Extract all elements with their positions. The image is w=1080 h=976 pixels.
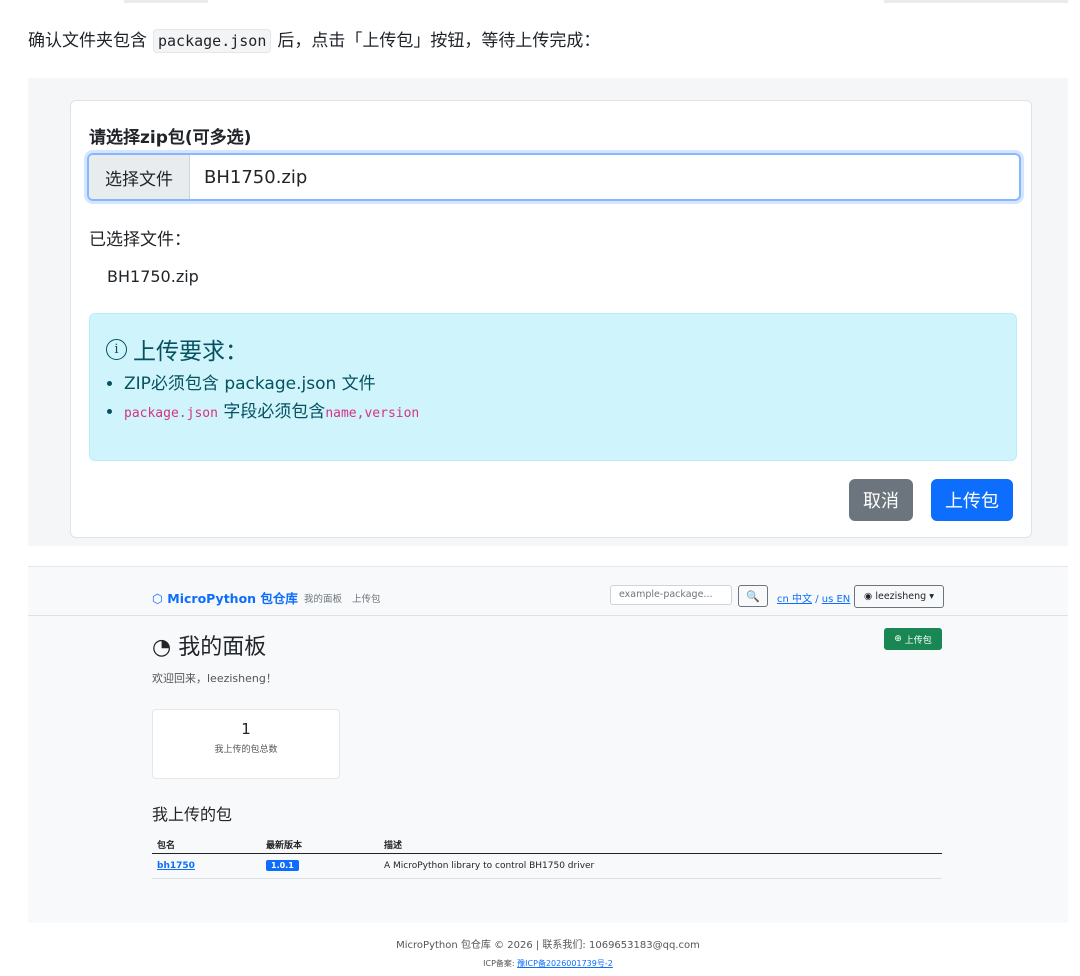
search-input[interactable]: example-package...	[610, 585, 732, 605]
user-icon: ◉	[864, 591, 873, 602]
top-edge-fragment	[884, 0, 1068, 3]
requirement-item: package.json 字段必须包含name,version	[124, 398, 419, 428]
user-name: leezisheng	[875, 591, 927, 602]
requirement-code: package.json	[124, 406, 218, 421]
section-title: 我上传的包	[152, 805, 233, 824]
stat-card: 1 我上传的包总数	[152, 709, 340, 779]
file-input-value: BH1750.zip	[204, 166, 308, 188]
selected-file-item: BH1750.zip	[107, 267, 199, 286]
zip-field-label: 请选择zip包(可多选)	[89, 128, 252, 148]
top-edge	[0, 0, 1080, 4]
page-title: ◔ 我的面板	[152, 629, 266, 661]
top-edge-fragment	[124, 0, 208, 3]
table-row: bh1750 1.0.1 A MicroPython library to co…	[152, 854, 942, 879]
lang-cn-link[interactable]: cn 中文	[777, 594, 812, 605]
col-header-name: 包名	[157, 840, 176, 851]
col-header-version: 最新版本	[266, 840, 303, 851]
footer-text: MicroPython 包仓库 © 2026 | 联系我们: 106965318…	[396, 940, 700, 951]
requirement-fields: name,version	[325, 406, 420, 421]
navbar: ⬡ MicroPython 包仓库 我的面板 上传包 example-packa…	[28, 567, 1068, 616]
requirement-text: ZIP必须包含 package.json 文件	[124, 374, 376, 394]
file-input[interactable]: 选择文件 BH1750.zip	[87, 153, 1021, 201]
language-switch: cn 中文 / us EN	[777, 590, 850, 605]
user-dropdown[interactable]: ◉ leezisheng ▾	[854, 585, 944, 608]
cancel-button[interactable]: 取消	[849, 479, 913, 521]
instruction-code: package.json	[153, 29, 272, 53]
cube-icon: ⬡	[152, 591, 163, 606]
lang-en-link[interactable]: us EN	[822, 594, 851, 605]
icp-label: ICP备案:	[483, 959, 515, 968]
packages-table: 包名 最新版本 描述 bh1750 1.0.1 A MicroPython li…	[152, 835, 942, 879]
upload-button[interactable]: 上传包	[931, 479, 1013, 521]
footer-icp: ICP备案: 豫ICP备2026001739号-2	[0, 958, 1080, 969]
nav-upload[interactable]: 上传包	[352, 591, 381, 605]
page-title-text: 我的面板	[178, 635, 267, 660]
instruction-before: 确认文件夹包含	[28, 31, 147, 51]
selected-files-label: 已选择文件：	[89, 230, 191, 250]
col-header-description: 描述	[384, 840, 403, 851]
choose-file-button[interactable]: 选择文件	[89, 155, 190, 199]
requirements-list: ZIP必须包含 package.json 文件 package.json 字段必…	[104, 370, 419, 428]
speedometer-icon: ◔	[152, 635, 172, 660]
icp-link[interactable]: 豫ICP备2026001739号-2	[517, 959, 613, 968]
info-icon: i	[106, 338, 127, 360]
search-button[interactable]: 🔍	[738, 585, 768, 607]
package-link[interactable]: bh1750	[157, 861, 195, 871]
stat-label: 我上传的包总数	[214, 745, 278, 755]
table-header: 包名 最新版本 描述	[152, 835, 942, 854]
instruction-text: 确认文件夹包含 package.json 后，点击「上传包」按钮，等待上传完成：	[28, 28, 600, 54]
search-icon: 🔍	[746, 589, 760, 603]
alert-title: i 上传要求：	[106, 332, 248, 366]
plus-circle-icon: ⊕	[894, 634, 902, 644]
package-description: A MicroPython library to control BH1750 …	[384, 861, 595, 871]
dashboard-screenshot: ⬡ MicroPython 包仓库 我的面板 上传包 example-packa…	[28, 566, 1068, 923]
welcome-text: 欢迎回来，leezisheng！	[152, 672, 277, 685]
brand-link[interactable]: ⬡ MicroPython 包仓库	[152, 588, 298, 607]
version-badge: 1.0.1	[266, 860, 299, 871]
instruction-after: 后，点击「上传包」按钮，等待上传完成：	[277, 31, 601, 51]
lang-separator: /	[815, 594, 819, 605]
requirement-text: 字段必须包含	[223, 402, 326, 422]
new-upload-label: 上传包	[904, 635, 932, 646]
stat-value: 1	[241, 720, 251, 738]
nav-dashboard[interactable]: 我的面板	[304, 591, 342, 605]
upload-screenshot: 请选择zip包(可多选) 选择文件 BH1750.zip 已选择文件： BH17…	[28, 78, 1068, 546]
brand-text: MicroPython 包仓库	[167, 591, 298, 606]
caret-down-icon: ▾	[929, 591, 934, 602]
upload-card: 请选择zip包(可多选) 选择文件 BH1750.zip 已选择文件： BH17…	[70, 100, 1032, 538]
requirement-item: ZIP必须包含 package.json 文件	[124, 370, 419, 398]
alert-title-text: 上传要求：	[133, 339, 248, 365]
upload-requirements-alert: i 上传要求： ZIP必须包含 package.json 文件 package.…	[89, 313, 1017, 461]
new-upload-button[interactable]: ⊕ 上传包	[884, 628, 942, 650]
